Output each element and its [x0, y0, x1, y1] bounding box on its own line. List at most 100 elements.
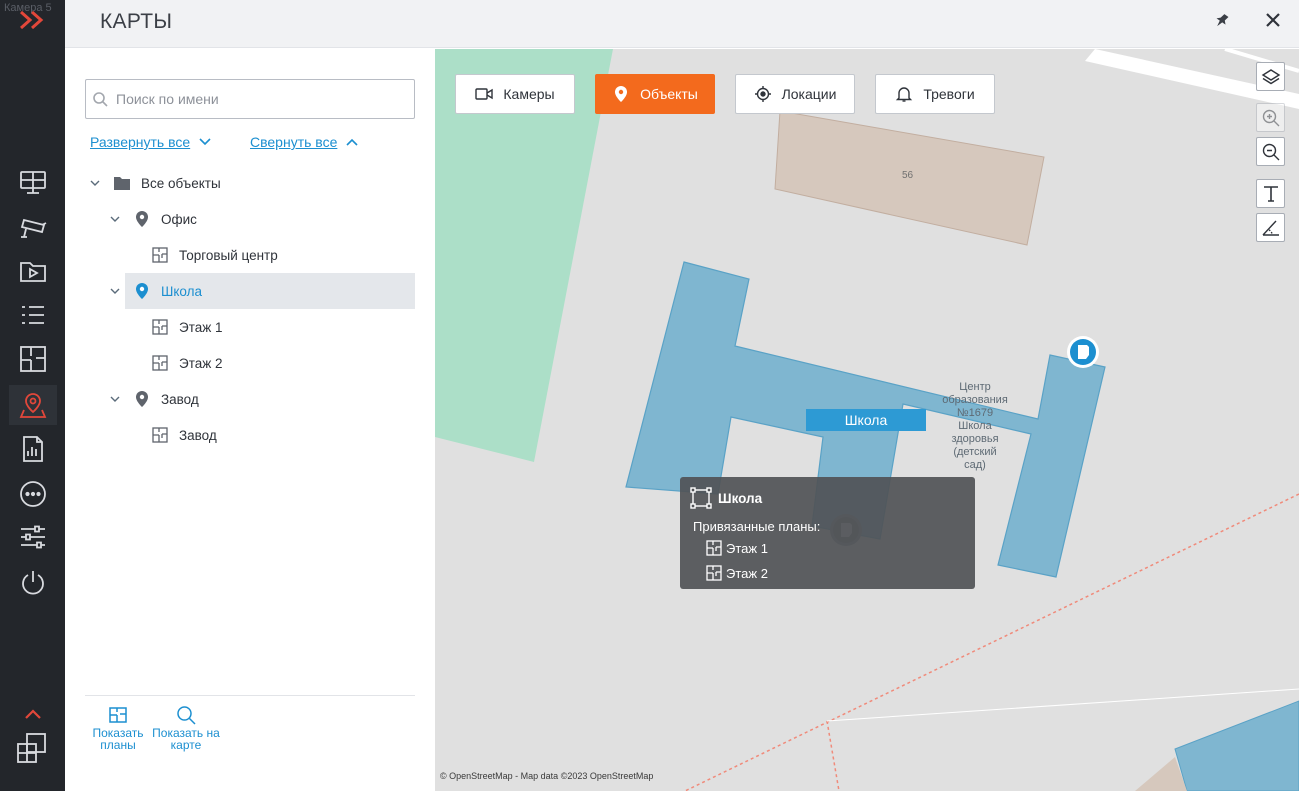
tree-item-all-objects[interactable]: Все объекты — [89, 165, 415, 201]
event-list-icon[interactable] — [9, 295, 57, 335]
floor-plan-icon — [706, 565, 722, 581]
chevron-down-icon[interactable] — [109, 393, 121, 405]
folder-icon — [113, 174, 131, 192]
map-pin-icon[interactable] — [9, 385, 57, 425]
search-icon — [177, 706, 196, 725]
filter-alarms-button[interactable]: Тревоги — [875, 74, 995, 114]
crosshair-icon — [754, 86, 771, 102]
tree-item-office[interactable]: Офис — [109, 201, 415, 237]
measure-icon[interactable] — [1256, 213, 1285, 242]
filter-label: Тревоги — [923, 86, 975, 102]
tooltip-subtitle: Привязанные планы: — [693, 519, 821, 534]
filter-label: Объекты — [640, 86, 698, 102]
close-icon[interactable] — [1261, 8, 1285, 32]
monitor-icon[interactable] — [9, 163, 57, 203]
place-label-line: Школа — [958, 420, 992, 432]
filter-objects-button[interactable]: Объекты — [595, 74, 715, 114]
text-icon[interactable] — [1256, 179, 1285, 208]
filter-label: Локации — [781, 86, 837, 102]
layouts-icon[interactable] — [15, 730, 49, 766]
map-place-label: Центр образования №1679 Школа здоровья (… — [935, 381, 1015, 472]
collapse-all-label: Свернуть все — [250, 134, 338, 150]
zoom-out-icon[interactable] — [1256, 137, 1285, 166]
tree-item-label: Этаж 2 — [179, 355, 223, 371]
place-label-line: сад) — [964, 459, 986, 471]
tooltip-plan-item[interactable]: Этаж 2 — [706, 563, 768, 583]
floor-plan-icon — [151, 246, 169, 264]
place-label-line: №1679 — [956, 407, 994, 419]
search-input[interactable] — [116, 88, 406, 110]
page-title: КАРТЫ — [100, 10, 173, 33]
show-plans-button[interactable]: Показать планы — [89, 705, 147, 751]
tree-item-factory-plan[interactable]: Завод — [151, 417, 415, 453]
place-label-line: Центр — [959, 381, 991, 393]
collapse-all-link[interactable]: Свернуть все — [250, 134, 359, 150]
tree-item-label: Торговый центр — [179, 247, 278, 263]
map-pin-icon — [133, 282, 151, 300]
polygon-select-icon — [690, 487, 712, 509]
video-archive-icon[interactable] — [9, 251, 57, 291]
tree-item-school[interactable]: Школа — [110, 273, 415, 309]
tree-item-label: Завод — [161, 391, 199, 407]
maps-panel: КАРТЫ Развернуть все Свернуть все Все о — [65, 0, 1299, 791]
plan-label: Этаж 2 — [726, 565, 768, 581]
place-label-line: образования — [942, 394, 1008, 406]
map-pin-icon — [133, 390, 151, 408]
tree-item-label: Школа — [161, 283, 203, 299]
tree-item-mall-plan[interactable]: Торговый центр — [151, 237, 415, 273]
pin-icon[interactable] — [1211, 10, 1233, 32]
map-attribution[interactable]: © OpenStreetMap - Map data ©2023 OpenStr… — [440, 771, 653, 781]
chevron-up-icon — [346, 138, 358, 146]
map-view[interactable]: 56 Школа Центр образования №1679 Школа з… — [435, 49, 1299, 791]
floor-plan-icon — [151, 426, 169, 444]
camera-marker[interactable] — [1065, 334, 1101, 370]
expand-all-label: Развернуть все — [90, 134, 191, 150]
map-pin-icon — [133, 210, 151, 228]
place-label-line: здоровья — [951, 433, 999, 445]
filter-cameras-button[interactable]: Камеры — [455, 74, 575, 114]
tree-item-label: Все объекты — [141, 175, 221, 191]
expand-all-link[interactable]: Развернуть все — [90, 134, 212, 150]
show-on-map-label-2: карте — [170, 738, 202, 752]
school-tag[interactable]: Школа — [806, 409, 926, 431]
tree-item-label: Офис — [161, 211, 197, 227]
expand-menu-icon[interactable] — [18, 8, 48, 32]
chevron-down-icon[interactable] — [109, 213, 121, 225]
settings-sliders-icon[interactable] — [9, 517, 57, 557]
tooltip-title: Школа — [718, 491, 763, 506]
chevron-down-icon[interactable] — [109, 285, 121, 297]
tree-item-label: Завод — [179, 427, 217, 443]
zoom-in-icon[interactable] — [1256, 103, 1285, 132]
map-pin-icon — [615, 86, 628, 102]
chevron-down-icon[interactable] — [89, 177, 101, 189]
search-box[interactable] — [85, 79, 415, 119]
object-tooltip: Школа Привязанные планы: Этаж 1 Этаж 2 — [680, 477, 975, 589]
tooltip-plan-item[interactable]: Этаж 1 — [706, 538, 768, 558]
video-camera-icon — [475, 88, 494, 100]
cctv-camera-icon[interactable] — [9, 207, 57, 247]
app-rail: Камера 5 — [0, 0, 65, 791]
layout-plan-icon[interactable] — [9, 339, 57, 379]
floor-plan-icon — [151, 354, 169, 372]
report-icon[interactable] — [9, 429, 57, 469]
tree-item-factory[interactable]: Завод — [109, 381, 415, 417]
power-icon[interactable] — [9, 562, 57, 602]
building-number-label: 56 — [902, 170, 914, 181]
layers-icon[interactable] — [1256, 62, 1285, 91]
tree-item-floor2-plan[interactable]: Этаж 2 — [151, 345, 415, 381]
bell-icon — [896, 87, 913, 102]
object-tree-panel: Развернуть все Свернуть все Все объекты … — [65, 49, 435, 791]
chevron-up-icon[interactable] — [22, 706, 44, 722]
divider — [85, 695, 415, 696]
tree-item-floor1-plan[interactable]: Этаж 1 — [151, 309, 415, 345]
floor-plan-icon — [706, 540, 722, 556]
search-icon — [93, 92, 108, 107]
place-label-line: (детский — [953, 446, 997, 458]
show-on-map-button[interactable]: Показать на карте — [151, 705, 221, 751]
tree-item-label: Этаж 1 — [179, 319, 223, 335]
more-icon[interactable] — [9, 474, 57, 514]
floor-plan-icon — [109, 707, 127, 723]
panel-header: КАРТЫ — [65, 0, 1299, 48]
floor-plan-icon — [151, 318, 169, 336]
filter-locations-button[interactable]: Локации — [735, 74, 855, 114]
